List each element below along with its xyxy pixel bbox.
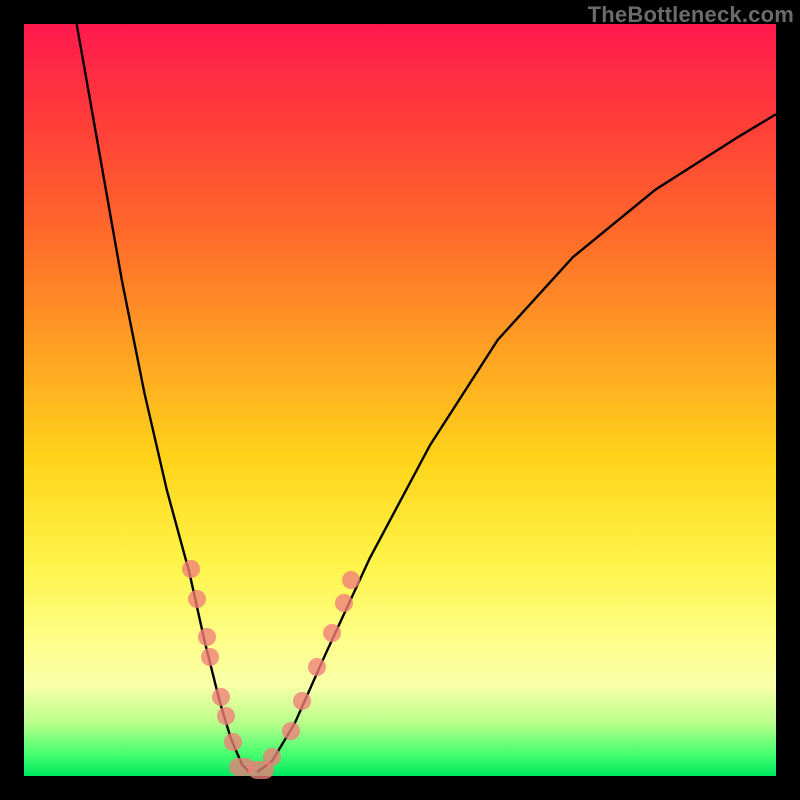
data-dot xyxy=(182,560,200,578)
data-dot xyxy=(323,624,341,642)
data-dot xyxy=(342,571,360,589)
data-dot xyxy=(217,707,235,725)
data-dot xyxy=(335,594,353,612)
chart-plot-area xyxy=(24,24,776,776)
left-branch-path xyxy=(77,24,250,772)
data-dot xyxy=(224,733,242,751)
data-dot xyxy=(282,722,300,740)
data-dot xyxy=(201,648,219,666)
data-dot xyxy=(263,748,281,766)
curve-layer xyxy=(24,24,776,776)
data-dot xyxy=(188,590,206,608)
data-dot xyxy=(212,688,230,706)
right-branch-path xyxy=(257,114,776,772)
watermark-text: TheBottleneck.com xyxy=(588,2,794,28)
data-dot xyxy=(293,692,311,710)
data-dot xyxy=(198,628,216,646)
data-dot xyxy=(308,658,326,676)
